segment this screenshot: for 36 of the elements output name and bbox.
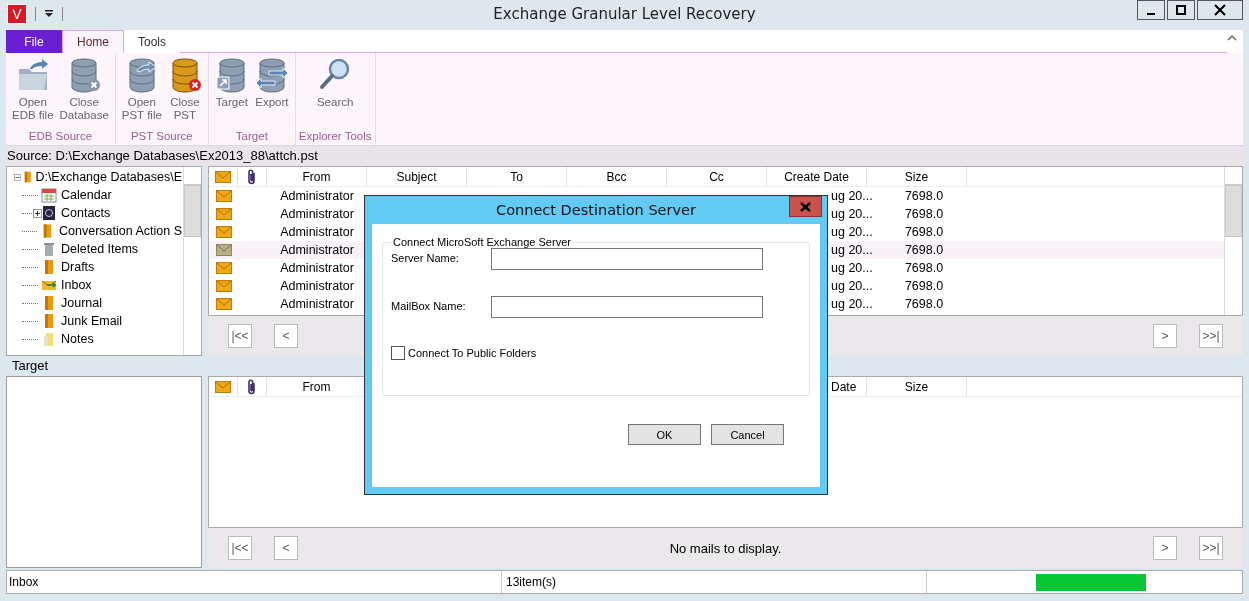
ribbon-group-label: EDB Source xyxy=(28,130,93,142)
field-label: MailBox Name: xyxy=(391,299,467,312)
table-cell-text: 7698.0 xyxy=(903,189,945,203)
table-cell-text: ug 20... xyxy=(830,261,874,275)
ribbon-group-label: PST Source xyxy=(130,130,193,142)
table-cell-text: 7698.0 xyxy=(903,243,945,257)
item-count: 13item(s) xyxy=(502,571,927,593)
table-cell-text: Administrator xyxy=(279,207,355,221)
table-cell-text: ug 20... xyxy=(830,297,874,311)
table-cell-text: 7698.0 xyxy=(903,297,945,311)
ribbon-group-label: Target xyxy=(235,130,268,142)
table-cell-text: 7698.0 xyxy=(903,225,945,239)
table-cell-text: ug 20... xyxy=(830,189,874,203)
field-label: Server Name: xyxy=(391,251,460,264)
app-logo: V xyxy=(7,4,27,24)
ribbon-group-label: Explorer Tools xyxy=(298,130,372,142)
table-cell-text: 7698.0 xyxy=(903,207,945,221)
table-cell-text: 7698.0 xyxy=(903,261,945,275)
source-path: Source: D:\Exchange Databases\Ex2013_88\attch.pst xyxy=(6,146,1243,166)
table-cell-text: ug 20... xyxy=(830,225,874,239)
table-cell-text: Administrator xyxy=(279,297,355,311)
window-title: Exchange Granular Level Recovery xyxy=(493,5,756,23)
table-cell-text: Administrator xyxy=(279,225,355,239)
group-box-title: Connect MicroSoft Exchange Server xyxy=(392,236,572,248)
table-cell-text: Administrator xyxy=(279,279,355,293)
empty-message: No mails to display. xyxy=(669,540,782,556)
dialog-title: Connect Destination Server xyxy=(496,202,696,218)
table-cell-text: Administrator xyxy=(279,243,355,257)
status-location: Inbox xyxy=(7,571,502,593)
target-label: Target xyxy=(12,358,49,373)
table-cell-text: Administrator xyxy=(279,261,355,275)
table-cell-text: ug 20... xyxy=(830,279,874,293)
table-cell-text: 7698.0 xyxy=(903,279,945,293)
table-cell-text: ug 20... xyxy=(830,243,874,257)
table-cell-text: Administrator xyxy=(279,189,355,203)
table-cell-text: ug 20... xyxy=(830,207,874,221)
